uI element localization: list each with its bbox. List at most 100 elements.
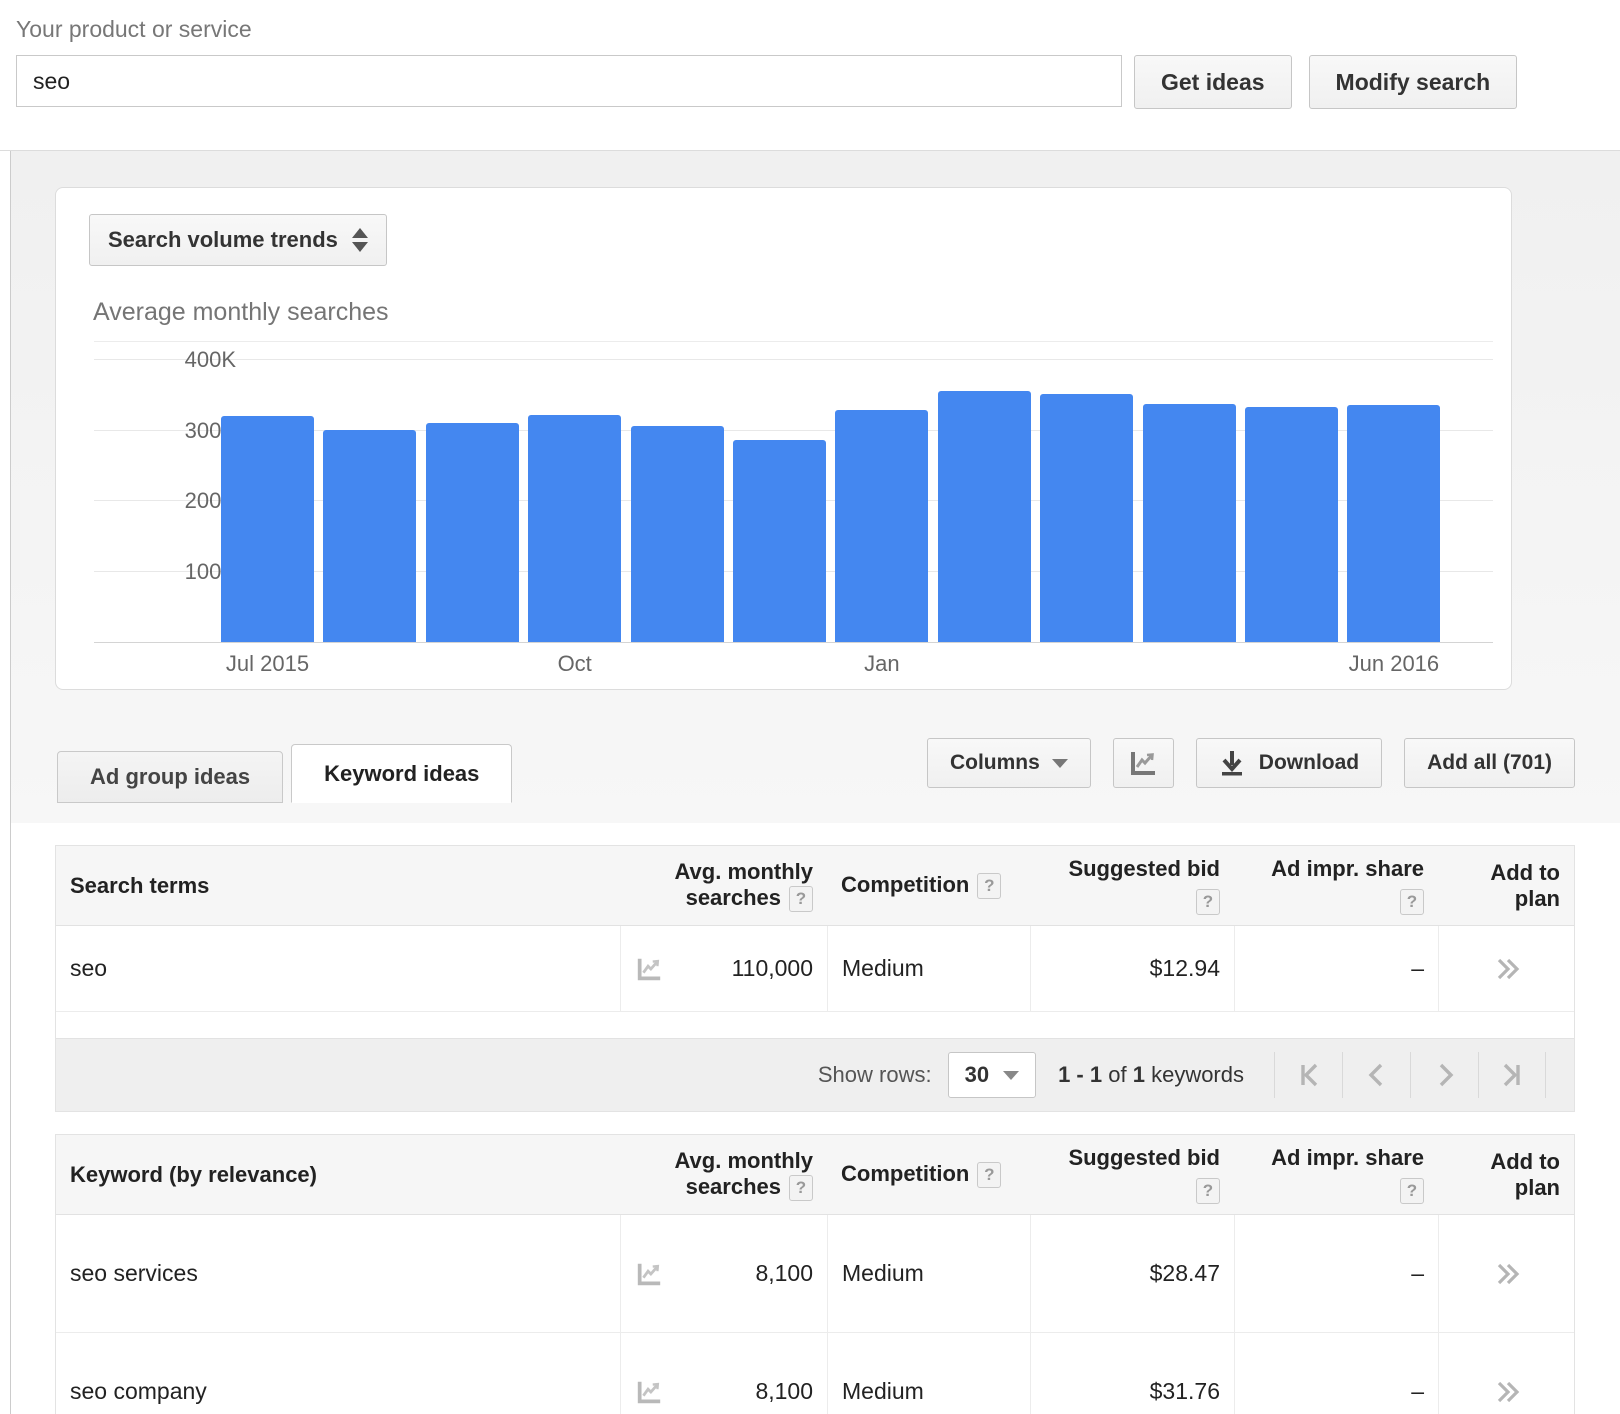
col-ad-impr-share: Ad impr. share ? <box>1234 1135 1438 1214</box>
keyword-cell: seo <box>70 955 108 982</box>
help-icon[interactable]: ? <box>789 886 813 913</box>
x-axis-tick-label: Oct <box>557 651 592 676</box>
previous-page-button[interactable] <box>1342 1052 1410 1099</box>
help-icon[interactable]: ? <box>1400 889 1424 916</box>
ad-impr-share-cell: – <box>1234 926 1438 1012</box>
chart-bar <box>1245 407 1338 642</box>
chevron-down-icon <box>1051 758 1068 768</box>
avg-monthly-searches-value: 8,100 <box>755 1260 813 1287</box>
chart-bar <box>1142 404 1236 642</box>
avg-monthly-searches-value: 8,100 <box>755 1378 813 1405</box>
add-to-plan-cell <box>1438 926 1574 1012</box>
download-button-label: Download <box>1258 751 1360 774</box>
keyword-search-input[interactable] <box>16 55 1122 107</box>
col-add-to-plan: Add to plan <box>1490 859 1560 911</box>
col-suggested-bid: Suggested bid ? <box>1030 846 1234 925</box>
col-keyword-by-relevance: Keyword (by relevance) <box>70 1161 317 1187</box>
help-icon[interactable]: ? <box>977 1162 1002 1189</box>
results-toolbar: Ad group ideas Keyword ideas Columns Dow… <box>55 738 1575 803</box>
col-add-to-plan: Add to plan <box>1490 1148 1560 1200</box>
last-page-icon <box>1503 1063 1520 1087</box>
line-chart-icon[interactable] <box>635 1260 663 1288</box>
download-icon <box>1219 749 1245 777</box>
chart-bar <box>221 416 314 642</box>
suggested-bid-cell: $28.47 <box>1030 1215 1234 1333</box>
chart-bar <box>528 415 622 642</box>
suggested-bid-cell: $31.76 <box>1030 1333 1234 1414</box>
x-axis-tick-label: Jun 2016 <box>1348 651 1440 676</box>
col-suggested-bid: Suggested bid ? <box>1030 1135 1234 1214</box>
trend-dropdown-label: Search volume trends <box>108 227 338 252</box>
col-avg-monthly-searches: Avg. monthly searches? <box>620 849 827 922</box>
ad-impr-share-cell: – <box>1234 1215 1438 1333</box>
avg-monthly-searches-cell: 8,100 <box>620 1215 827 1333</box>
help-icon[interactable]: ? <box>1196 1178 1220 1205</box>
competition-cell: Medium <box>827 926 1030 1012</box>
first-page-button[interactable] <box>1274 1052 1342 1099</box>
keyword-ideas-table: Keyword (by relevance) Avg. monthly sear… <box>55 1134 1575 1414</box>
y-axis-tick-label: 400K <box>184 347 236 372</box>
line-chart-icon[interactable] <box>635 955 663 983</box>
search-volume-trends-dropdown[interactable]: Search volume trends <box>89 214 387 266</box>
keyword-ideas-rows: seo services 8,100 Medium $28.47 – seo c… <box>56 1215 1574 1414</box>
chart-bar <box>1347 405 1441 642</box>
columns-button[interactable]: Columns <box>926 738 1091 788</box>
last-page-button[interactable] <box>1478 1052 1546 1099</box>
tab-keyword-ideas[interactable]: Keyword ideas <box>291 744 513 803</box>
add-all-button[interactable]: Add all (701) <box>1404 738 1575 788</box>
chevron-down-icon <box>1003 1070 1020 1080</box>
add-to-plan-cell <box>1438 1215 1574 1333</box>
col-competition: Competition? <box>827 1151 1030 1198</box>
add-to-plan-cell <box>1438 1333 1574 1414</box>
bar-chart-plot: 100K 200K 300K 400K <box>94 341 1493 643</box>
get-ideas-button[interactable]: Get ideas <box>1134 55 1292 109</box>
help-icon[interactable]: ? <box>1196 889 1220 916</box>
gridline <box>94 359 1493 360</box>
trend-chart-button[interactable] <box>1112 738 1174 788</box>
table-row: seo 110,000 Medium $12.94 – <box>56 926 1574 1013</box>
chart-bar <box>1040 394 1134 642</box>
next-page-button[interactable] <box>1410 1052 1478 1099</box>
keyword-cell: seo company <box>70 1378 207 1405</box>
table-gap <box>55 1112 1620 1135</box>
help-icon[interactable]: ? <box>1400 1178 1424 1205</box>
empty-strip <box>56 1012 1574 1039</box>
ad-impr-share-cell: – <box>1234 1333 1438 1414</box>
line-chart-icon[interactable] <box>635 1378 663 1406</box>
chart-bar <box>425 423 519 642</box>
help-icon[interactable]: ? <box>977 873 1002 900</box>
product-service-label: Your product or service <box>16 16 252 42</box>
rows-per-page-value: 30 <box>964 1062 990 1088</box>
add-to-plan-icon[interactable] <box>1492 1260 1522 1288</box>
updown-arrows-icon <box>351 228 368 252</box>
chart-bar <box>835 410 929 642</box>
show-rows-label: Show rows: <box>817 1062 932 1088</box>
search-terms-rows: seo 110,000 Medium $12.94 – <box>56 926 1574 1013</box>
table-row: seo company 8,100 Medium $31.76 – <box>56 1333 1574 1414</box>
table-row: seo services 8,100 Medium $28.47 – <box>56 1215 1574 1334</box>
add-to-plan-icon[interactable] <box>1492 955 1522 983</box>
avg-monthly-searches-cell: 110,000 <box>620 926 827 1012</box>
x-axis-tick-label: Jan <box>864 651 900 676</box>
chart-bar <box>733 440 826 642</box>
pagination-bar: Show rows: 30 1 - 1 of 1 keywords <box>56 1038 1574 1112</box>
chevron-left-icon <box>1368 1063 1382 1087</box>
rows-per-page-dropdown[interactable]: 30 <box>947 1052 1037 1099</box>
modify-search-button[interactable]: Modify search <box>1308 55 1518 109</box>
tab-ad-group-ideas[interactable]: Ad group ideas <box>57 751 284 803</box>
search-volume-card: Search volume trends Average monthly sea… <box>55 187 1512 690</box>
competition-cell: Medium <box>827 1215 1030 1333</box>
add-to-plan-icon[interactable] <box>1492 1378 1522 1406</box>
chart-x-axis: Jul 2015 Oct Jan Jun 2016 <box>94 643 1493 683</box>
line-chart-icon <box>1131 752 1156 775</box>
chevron-right-icon <box>1439 1063 1453 1087</box>
col-search-terms: Search terms <box>70 872 210 898</box>
help-icon[interactable]: ? <box>789 1175 813 1202</box>
keyword-cell: seo services <box>70 1260 198 1287</box>
chart-title: Average monthly searches <box>93 298 389 326</box>
download-button[interactable]: Download <box>1195 738 1383 788</box>
col-avg-monthly-searches: Avg. monthly searches? <box>620 1138 827 1211</box>
search-terms-header-row: Search terms Avg. monthly searches? Comp… <box>56 846 1574 927</box>
x-axis-tick-label: Jul 2015 <box>225 651 310 676</box>
content-panel: Search volume trends Average monthly sea… <box>10 151 1620 1414</box>
